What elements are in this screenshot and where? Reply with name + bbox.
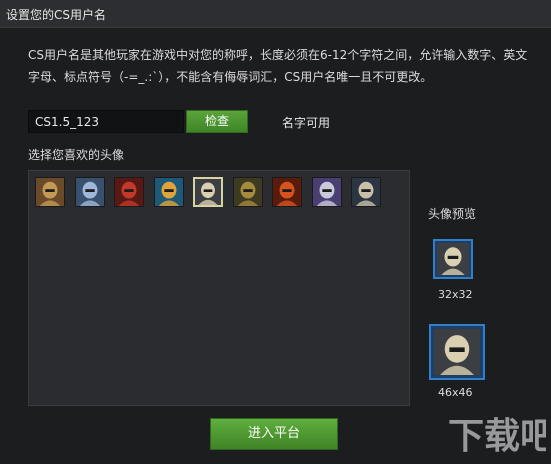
enter-platform-button[interactable]: 进入平台 <box>210 418 338 450</box>
avatar-preview-small <box>433 239 473 279</box>
username-input[interactable] <box>28 110 184 133</box>
username-rules-text: CS用户名是其他玩家在游戏中对您的称呼，长度必须在6-12个字符之间，允许输入数… <box>28 48 528 84</box>
svg-text:下载吧: 下载吧 <box>448 416 546 457</box>
hero-avatar-3-icon[interactable] <box>114 177 144 207</box>
hero-avatar-7-icon[interactable] <box>272 177 302 207</box>
hero-avatar-5-icon[interactable] <box>193 177 223 207</box>
title-bar: 设置您的CS用户名 <box>0 0 551 28</box>
window-title: 设置您的CS用户名 <box>6 8 106 22</box>
avatar-preview-large <box>429 324 485 380</box>
hero-avatar-6-icon[interactable] <box>232 177 263 207</box>
preview-label: 头像预览 <box>428 207 477 221</box>
preview-small-size: 32x32 <box>438 288 473 301</box>
avatar-grid <box>28 170 410 406</box>
hero-avatar-8-icon[interactable] <box>311 177 342 207</box>
hero-avatar-9-icon[interactable] <box>351 177 381 207</box>
check-button[interactable]: 检查 <box>186 110 248 133</box>
hero-avatar-4-icon[interactable] <box>153 177 184 207</box>
site-watermark-logo: 下载吧 <box>448 416 546 457</box>
preview-large-size: 46x46 <box>438 386 473 399</box>
hero-avatar-1-icon[interactable] <box>35 177 65 207</box>
availability-status: 名字可用 <box>282 116 331 130</box>
avatar-section-label: 选择您喜欢的头像 <box>28 148 125 162</box>
hero-avatar-2-icon[interactable] <box>74 177 105 207</box>
